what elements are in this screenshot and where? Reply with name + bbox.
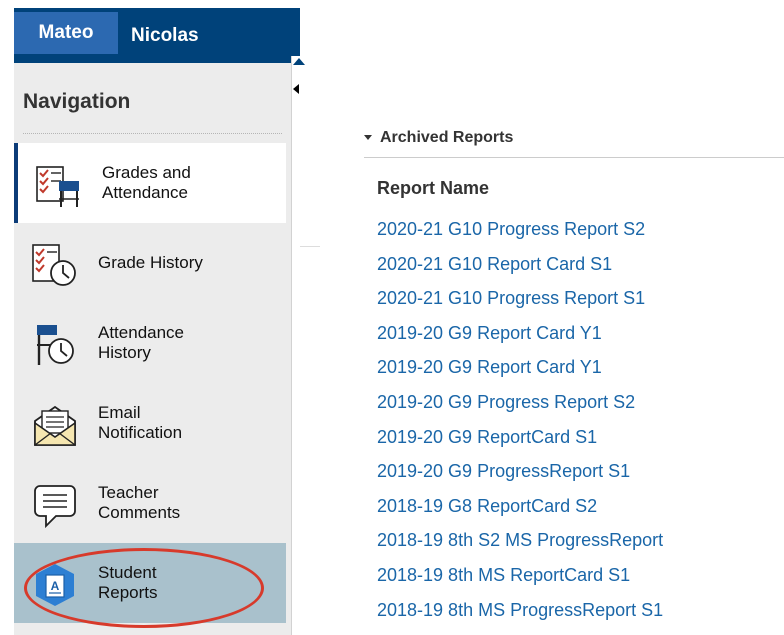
nav-label-line2: Reports — [98, 583, 158, 602]
nav-label-line2: History — [98, 343, 151, 362]
navigation-heading: Navigation — [23, 90, 131, 113]
sidebar: Navigation Grades and Attendance Grade H… — [14, 63, 292, 635]
divider — [364, 157, 784, 158]
report-link[interactable]: 2020-21 G10 Progress Report S2 — [377, 212, 663, 247]
nav-label-line1: Email — [98, 403, 141, 422]
student-reports-icon: A — [36, 564, 74, 606]
nav-label-line2: Attendance — [102, 183, 189, 202]
report-link[interactable]: 2020-21 G10 Report Card S1 — [377, 247, 663, 282]
svg-text:A: A — [51, 579, 60, 593]
tab-nicolas[interactable]: Nicolas — [131, 21, 199, 51]
nav-item-email-notification[interactable]: Email Notification — [14, 383, 286, 463]
nav-label-line1: Student — [98, 563, 157, 582]
report-link[interactable]: 2019-20 G9 Progress Report S2 — [377, 385, 663, 420]
nav-item-attendance-history[interactable]: Attendance History — [14, 303, 286, 383]
nav-item-student-reports[interactable]: A Student Reports — [14, 543, 286, 623]
grade-history-icon — [32, 244, 76, 286]
nav-item-grade-history[interactable]: Grade History — [14, 223, 286, 303]
nav-label-line1: Grades and — [102, 163, 191, 182]
archived-reports-title: Archived Reports — [380, 129, 514, 146]
nav-label-line1: Grade History — [98, 253, 203, 272]
nav-item-teacher-comments[interactable]: Teacher Comments — [14, 463, 286, 543]
report-link[interactable]: 2020-21 G10 Progress Report S1 — [377, 281, 663, 316]
report-link[interactable]: 2019-20 G9 Report Card Y1 — [377, 316, 663, 351]
chevron-down-icon — [364, 135, 372, 141]
report-link[interactable]: 2018-19 G8 ReportCard S2 — [377, 489, 663, 524]
nav-item-grades-attendance[interactable]: Grades and Attendance — [14, 143, 286, 223]
report-list: 2020-21 G10 Progress Report S2 2020-21 G… — [377, 212, 663, 627]
student-tabs: Mateo Nicolas — [14, 8, 300, 63]
nav-label-line2: Comments — [98, 503, 181, 522]
divider — [300, 246, 320, 247]
report-link[interactable]: 2019-20 G9 ReportCard S1 — [377, 420, 663, 455]
attendance-history-icon — [37, 325, 74, 365]
nav-label-line1: Attendance — [98, 323, 185, 342]
email-notification-icon — [34, 405, 76, 446]
divider — [23, 133, 282, 134]
tab-mateo[interactable]: Mateo — [14, 12, 118, 54]
teacher-comments-icon — [34, 485, 76, 529]
report-link[interactable]: 2019-20 G9 Report Card Y1 — [377, 350, 663, 385]
report-name-header: Report Name — [377, 178, 490, 198]
grades-attendance-icon — [36, 166, 79, 207]
nav-label-line2: Notification — [98, 423, 183, 442]
report-link[interactable]: 2018-19 8th S2 MS ProgressReport — [377, 523, 663, 558]
scroll-up-icon[interactable] — [293, 58, 305, 65]
collapse-sidebar-icon[interactable] — [293, 84, 299, 94]
report-link[interactable]: 2018-19 8th MS ReportCard S1 — [377, 558, 663, 593]
nav-label-line1: Teacher — [98, 483, 159, 502]
archived-reports-toggle[interactable]: Archived Reports — [364, 129, 513, 147]
report-link[interactable]: 2018-19 8th MS ProgressReport S1 — [377, 593, 663, 628]
report-link[interactable]: 2019-20 G9 ProgressReport S1 — [377, 454, 663, 489]
